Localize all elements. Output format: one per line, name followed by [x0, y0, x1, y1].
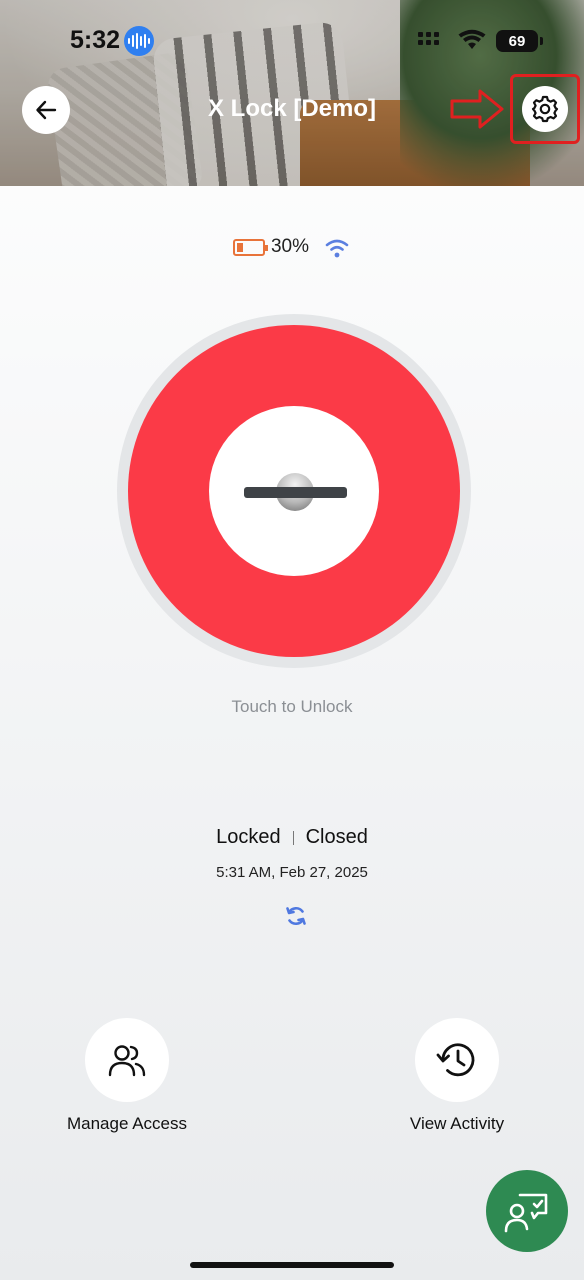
lock-status-text: Locked	[216, 826, 281, 848]
users-icon	[108, 1045, 146, 1077]
battery-status: 69	[496, 30, 543, 52]
device-status: 30%	[0, 236, 584, 258]
cellular-signal-icon	[418, 32, 439, 45]
support-chat-button[interactable]	[486, 1170, 568, 1252]
home-indicator	[190, 1262, 394, 1268]
refresh-icon[interactable]	[284, 904, 308, 928]
wifi-status-icon	[458, 29, 486, 49]
battery-low-icon	[232, 238, 268, 256]
lock-bolt-icon	[244, 487, 347, 498]
view-activity-button[interactable]: View Activity	[367, 1018, 547, 1134]
arrow-left-icon	[36, 100, 57, 120]
manage-access-label: Manage Access	[66, 1114, 187, 1133]
battery-percent: 30%	[270, 236, 310, 257]
gear-icon	[531, 95, 559, 123]
view-activity-circle[interactable]	[415, 1018, 499, 1102]
history-icon	[436, 1043, 475, 1077]
unlock-hint: Touch to Unlock	[231, 697, 353, 716]
wifi-icon	[325, 239, 349, 258]
page-title: X Lock [Demo]	[207, 95, 377, 122]
chat-support-icon	[504, 1193, 548, 1233]
manage-access-circle[interactable]	[85, 1018, 169, 1102]
back-button[interactable]	[22, 86, 70, 134]
door-status-text: Closed	[305, 826, 368, 848]
annotation-arrow-icon	[450, 89, 504, 129]
divider	[292, 830, 294, 845]
status-time: 5:32	[70, 26, 121, 54]
manage-access-button[interactable]: Manage Access	[37, 1018, 217, 1134]
view-activity-label: View Activity	[409, 1114, 505, 1133]
voice-recording-icon	[124, 26, 154, 56]
status-bar: 5:32 69	[0, 22, 584, 62]
settings-button[interactable]	[522, 86, 568, 132]
lock-state: Locked Closed	[0, 826, 584, 849]
last-updated-timestamp: 5:31 AM, Feb 27, 2025	[216, 864, 368, 881]
